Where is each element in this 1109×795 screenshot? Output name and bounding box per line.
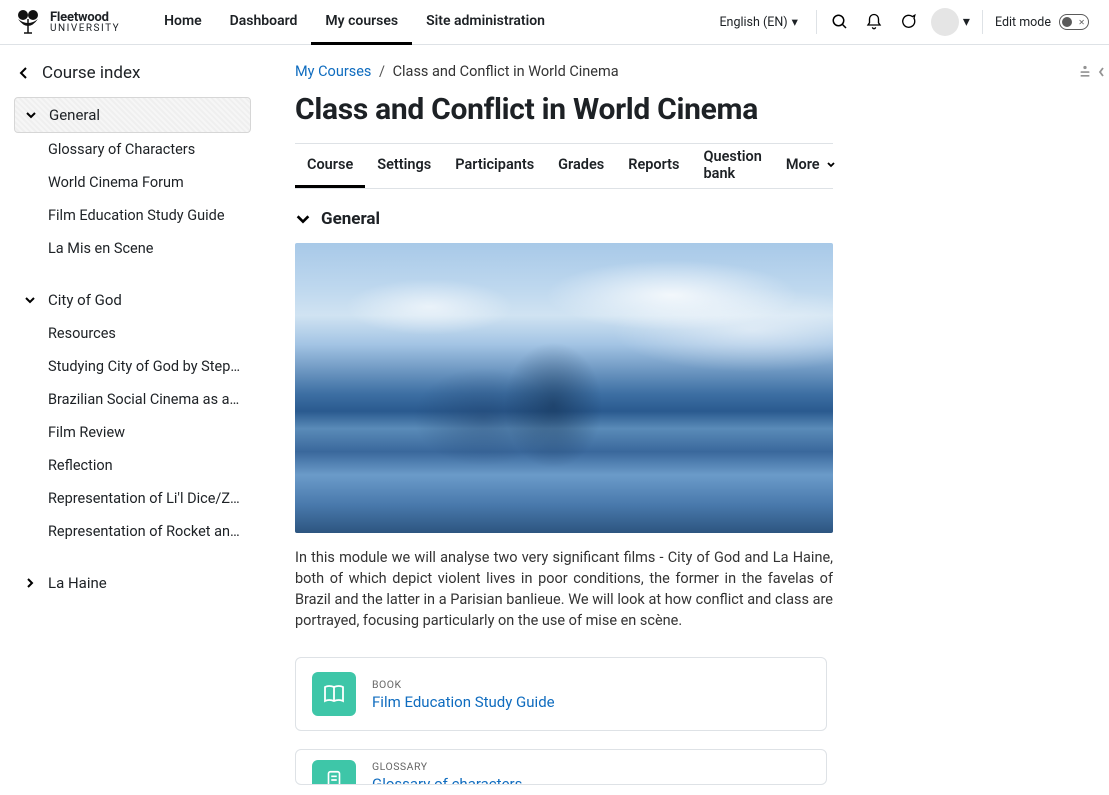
sidebar-section-label: City of God [48, 291, 122, 309]
language-selector[interactable]: English (EN) ▾ [707, 14, 809, 30]
chevron-right-icon [24, 577, 38, 589]
activity-name[interactable]: Glossary of characters [372, 775, 522, 785]
edit-mode-toggle[interactable]: ✕ [1059, 14, 1089, 30]
chevron-down-icon [826, 160, 836, 170]
sidebar-item[interactable]: Brazilian Social Cinema as act ... [14, 383, 251, 416]
course-index-title: Course index [42, 63, 140, 83]
brand-name: Fleetwood [50, 11, 120, 24]
section-title: General [321, 209, 380, 229]
chevron-down-icon [24, 294, 38, 306]
tab-question-bank[interactable]: Question bank [692, 144, 774, 188]
divider [816, 10, 817, 34]
chevron-left-icon[interactable] [18, 66, 30, 80]
course-image [295, 243, 833, 533]
caret-down-icon: ▾ [792, 14, 798, 30]
tab-reports[interactable]: Reports [616, 144, 691, 188]
breadcrumb-current: Class and Conflict in World Cinema [393, 63, 619, 80]
sidebar-item[interactable]: Film Review [14, 416, 251, 449]
tab-course[interactable]: Course [295, 144, 365, 188]
sidebar-item[interactable]: Film Education Study Guide [14, 199, 251, 232]
sidebar-section-general[interactable]: General [14, 97, 251, 133]
activity-card-book[interactable]: BOOK Film Education Study Guide [295, 657, 827, 731]
chevron-left-icon [1098, 66, 1105, 78]
tab-settings[interactable]: Settings [365, 144, 443, 188]
user-menu[interactable]: ▾ [925, 8, 976, 36]
sidebar-item[interactable]: Glossary of Characters [14, 133, 251, 166]
caret-down-icon: ▾ [963, 14, 970, 30]
search-button[interactable] [823, 5, 857, 39]
sidebar-item[interactable]: World Cinema Forum [14, 166, 251, 199]
sidebar-item[interactable]: Representation of Li'l Dice/ZéQ... [14, 482, 251, 515]
messages-button[interactable] [891, 5, 925, 39]
blocks-icon [1076, 63, 1094, 81]
search-icon [831, 13, 849, 31]
brand-logo[interactable]: Fleetwood UNIVERSITY [14, 9, 120, 35]
notifications-button[interactable] [857, 5, 891, 39]
course-index-drawer: Course index General Glossary of Charact… [0, 45, 265, 795]
chevron-down-icon [25, 109, 39, 121]
sidebar-item[interactable]: Studying City of God by Stepha... [14, 350, 251, 383]
edit-mode-label: Edit mode [995, 15, 1051, 30]
tab-participants[interactable]: Participants [443, 144, 546, 188]
brand-sub: UNIVERSITY [50, 24, 120, 34]
main-content: My Courses / Class and Conflict in World… [265, 45, 1109, 795]
nav-dashboard[interactable]: Dashboard [216, 0, 312, 45]
sidebar-item[interactable]: Resources [14, 317, 251, 350]
nav-site-admin[interactable]: Site administration [412, 0, 559, 45]
sidebar-item[interactable]: La Mis en Scene [14, 232, 251, 265]
language-label: English (EN) [719, 15, 787, 30]
page-title: Class and Conflict in World Cinema [295, 92, 1079, 127]
activity-type: GLOSSARY [372, 760, 522, 773]
sidebar-item[interactable]: Representation of Rocket and B... [14, 515, 251, 548]
tab-more[interactable]: More [774, 144, 848, 188]
bell-icon [865, 13, 883, 31]
avatar [931, 8, 959, 36]
sidebar-section-label: General [49, 106, 100, 124]
right-drawer-toggle[interactable] [1076, 63, 1105, 81]
book-icon [312, 672, 356, 716]
sidebar-item[interactable]: Reflection [14, 449, 251, 482]
glossary-icon [312, 760, 356, 785]
navbar-right: English (EN) ▾ ▾ Edit mode ✕ [707, 0, 1095, 45]
secondary-nav: Course Settings Participants Grades Repo… [295, 143, 833, 189]
section-header[interactable]: General [295, 209, 1079, 229]
activity-card-glossary[interactable]: GLOSSARY Glossary of characters [295, 749, 827, 785]
activity-name[interactable]: Film Education Study Guide [372, 693, 555, 711]
module-description: In this module we will analyse two very … [295, 547, 833, 631]
nav-my-courses[interactable]: My courses [311, 0, 412, 45]
divider [982, 10, 983, 34]
course-index-list: General Glossary of Characters World Cin… [14, 97, 251, 600]
edit-mode-control: Edit mode ✕ [989, 14, 1095, 30]
sidebar-section-label: La Haine [48, 574, 107, 592]
logo-icon [14, 9, 42, 35]
tab-more-label: More [786, 156, 820, 173]
course-index-header: Course index [14, 63, 251, 83]
breadcrumb-separator: / [379, 63, 385, 80]
activity-type: BOOK [372, 678, 555, 691]
primary-nav: Home Dashboard My courses Site administr… [150, 0, 559, 45]
nav-home[interactable]: Home [150, 0, 216, 45]
chat-icon [899, 13, 917, 31]
breadcrumb-parent[interactable]: My Courses [295, 63, 371, 80]
tab-grades[interactable]: Grades [546, 144, 616, 188]
sidebar-section-city-of-god[interactable]: City of God [14, 283, 251, 317]
breadcrumb: My Courses / Class and Conflict in World… [295, 63, 1079, 80]
sidebar-section-la-haine[interactable]: La Haine [14, 566, 251, 600]
navbar: Fleetwood UNIVERSITY Home Dashboard My c… [0, 0, 1109, 45]
chevron-down-icon [295, 211, 311, 227]
